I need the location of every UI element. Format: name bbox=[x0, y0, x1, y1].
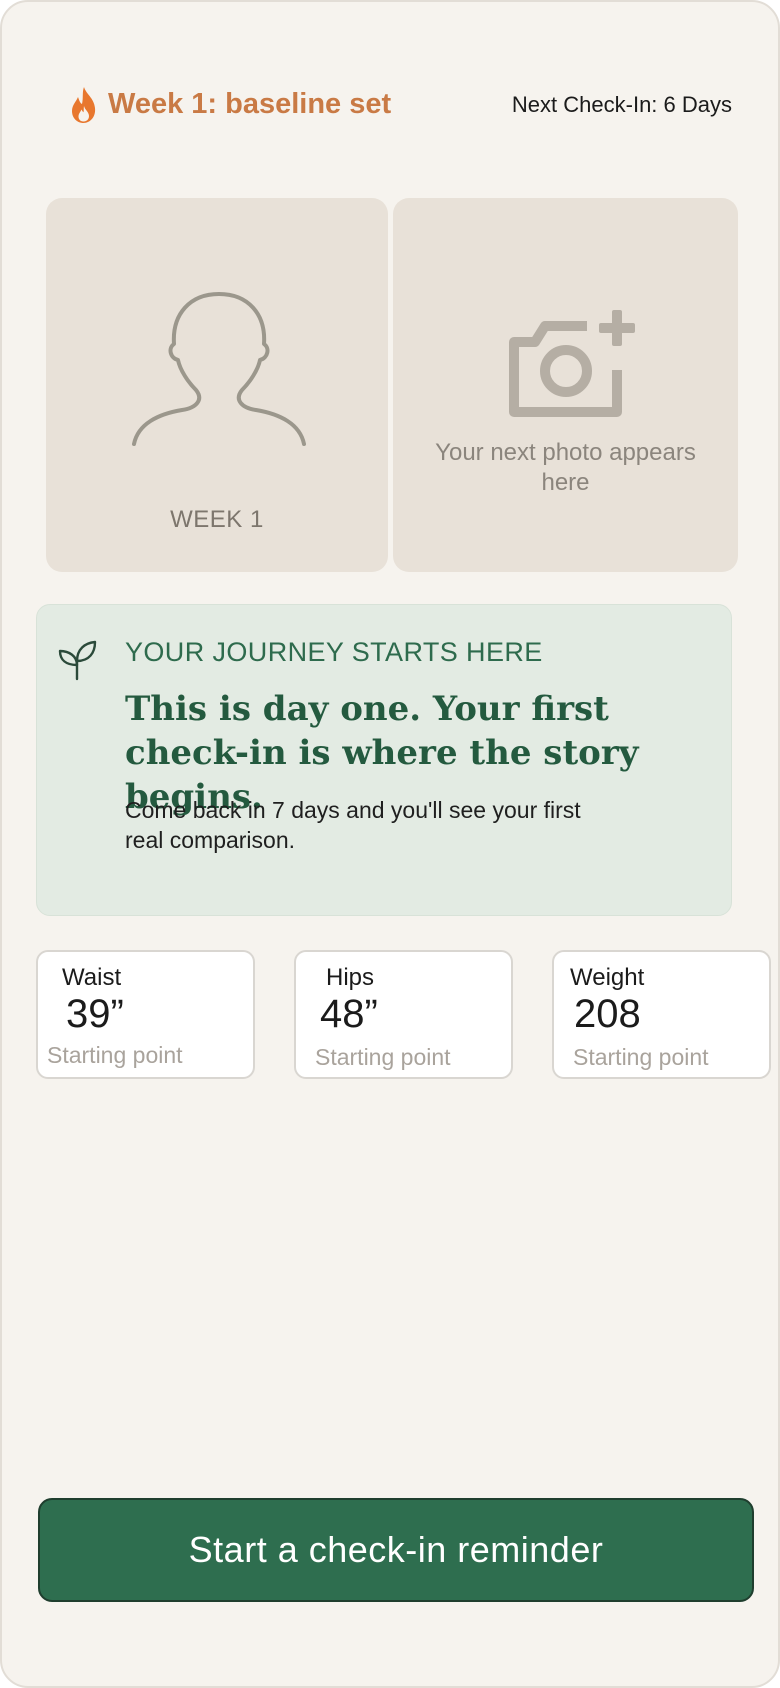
metric-card-hips[interactable]: Hips 48” Starting point bbox=[294, 950, 513, 1079]
photo-week-label: WEEK 1 bbox=[170, 506, 264, 533]
metric-note: Starting point bbox=[47, 1042, 183, 1068]
metric-card-waist[interactable]: Waist 39” Starting point bbox=[36, 950, 255, 1079]
journey-card: YOUR JOURNEY STARTS HERE This is day one… bbox=[36, 604, 732, 916]
metric-note: Starting point bbox=[315, 1044, 451, 1070]
metric-label: Weight bbox=[570, 964, 645, 991]
app-screen: Week 1: baseline set Next Check-In: 6 Da… bbox=[0, 0, 780, 1688]
journey-eyebrow: YOUR JOURNEY STARTS HERE bbox=[125, 637, 543, 667]
start-checkin-reminder-button[interactable]: Start a check-in reminder bbox=[38, 1498, 754, 1602]
metric-note: Starting point bbox=[573, 1044, 709, 1070]
next-photo-placeholder[interactable]: Your next photo appears here bbox=[393, 198, 738, 572]
header: Week 1: baseline set Next Check-In: 6 Da… bbox=[2, 2, 778, 162]
flame-icon bbox=[72, 87, 96, 123]
journey-body-text: Come back in 7 days and you'll see your … bbox=[125, 797, 581, 853]
camera-plus-icon bbox=[509, 310, 635, 417]
metric-label: Hips bbox=[326, 964, 375, 991]
week-title: Week 1: baseline set bbox=[108, 88, 392, 120]
next-photo-hint: Your next photo appears here bbox=[435, 439, 696, 496]
next-checkin-countdown: Next Check-In: 6 Days bbox=[511, 92, 732, 117]
metric-card-weight[interactable]: Weight 208 Starting point bbox=[552, 950, 771, 1079]
metric-value: 48” bbox=[320, 992, 378, 1036]
sprout-icon bbox=[58, 640, 97, 681]
metric-label: Waist bbox=[62, 964, 122, 991]
metric-value: 39” bbox=[66, 992, 124, 1036]
week-1-photo-card[interactable]: WEEK 1 bbox=[46, 198, 388, 572]
person-silhouette-icon bbox=[132, 292, 306, 446]
metric-value: 208 bbox=[574, 992, 641, 1036]
